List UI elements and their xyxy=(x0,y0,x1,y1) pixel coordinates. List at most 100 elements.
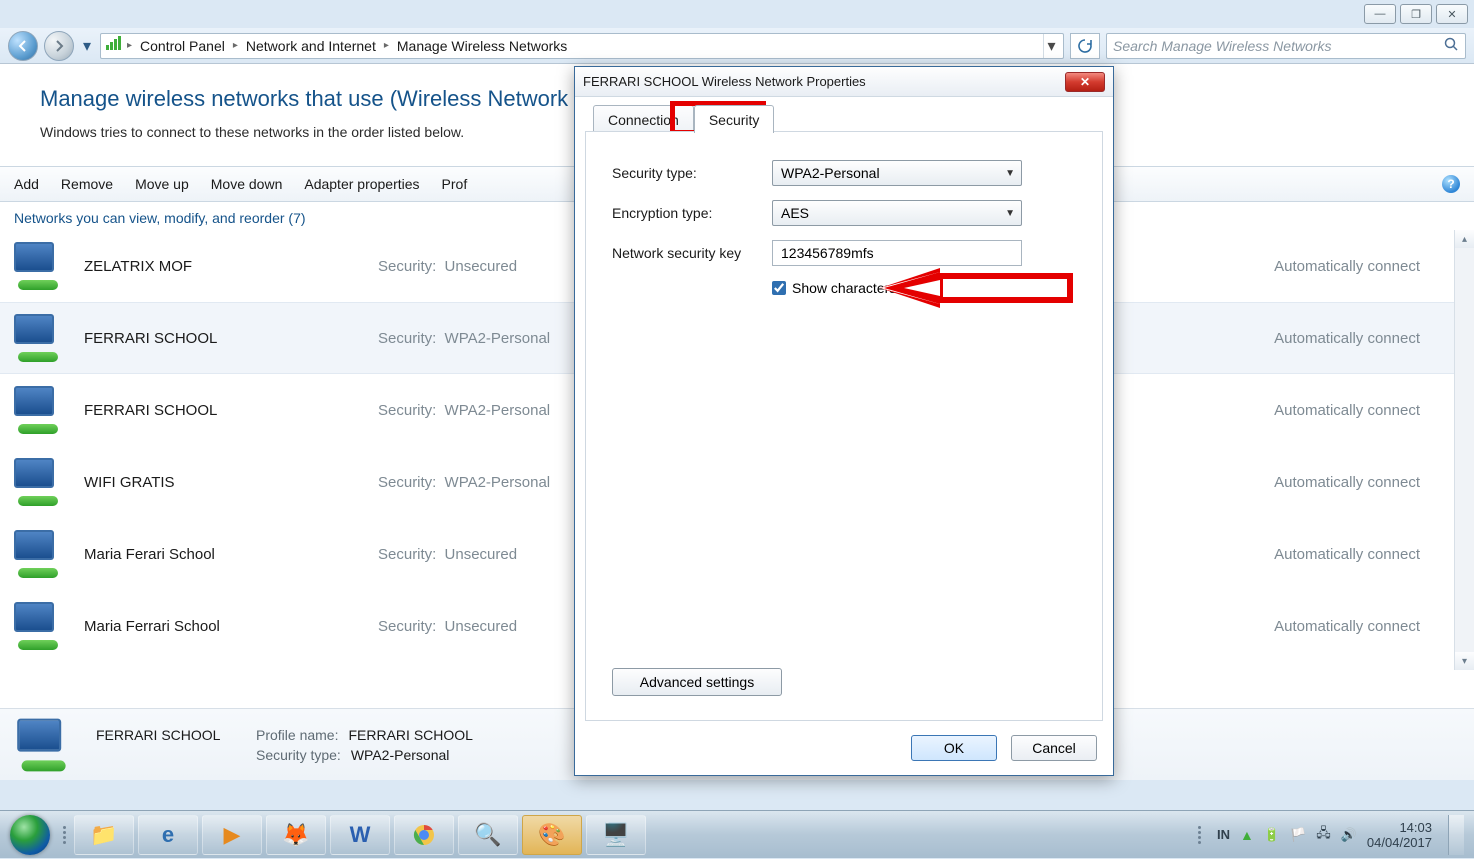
taskbar-chrome[interactable] xyxy=(394,815,454,855)
network-security-label: Security: xyxy=(378,402,436,419)
help-icon[interactable]: ? xyxy=(1442,175,1460,193)
security-type-label: Security type: xyxy=(612,165,772,181)
network-icon xyxy=(14,242,70,290)
tray-time: 14:03 xyxy=(1367,820,1432,835)
network-security-value: WPA2-Personal xyxy=(445,402,551,419)
address-bar[interactable]: ▸ Control Panel ▸ Network and Internet ▸… xyxy=(100,33,1064,59)
address-dropdown-icon[interactable]: ▾ xyxy=(1043,34,1059,58)
security-type-combo[interactable]: WPA2-Personal ▼ xyxy=(772,160,1022,186)
toolbar-move-down[interactable]: Move down xyxy=(211,176,283,192)
window-close-button[interactable]: ✕ xyxy=(1436,4,1468,24)
volume-icon[interactable]: 🔊 xyxy=(1341,827,1357,843)
wifi-bars-icon xyxy=(105,35,123,56)
toolbar-adapter-properties[interactable]: Adapter properties xyxy=(304,176,419,192)
chevron-right-icon: ▸ xyxy=(127,40,132,51)
encryption-type-label: Encryption type: xyxy=(612,205,772,221)
breadcrumb-network-internet[interactable]: Network and Internet xyxy=(242,36,380,56)
toolbar-profile-types[interactable]: Prof xyxy=(442,176,468,192)
list-scrollbar[interactable]: ▴ ▾ xyxy=(1454,230,1474,670)
language-indicator[interactable]: IN xyxy=(1217,827,1230,842)
taskbar-word[interactable]: W xyxy=(330,815,390,855)
properties-dialog: FERRARI SCHOOL Wireless Network Properti… xyxy=(574,66,1114,776)
network-security-value: WPA2-Personal xyxy=(445,330,551,347)
network-icon xyxy=(14,458,70,506)
taskbar-paint[interactable]: 🎨 xyxy=(522,815,582,855)
toolbar-add[interactable]: Add xyxy=(14,176,39,192)
tab-security[interactable]: Security xyxy=(694,105,775,133)
network-auto-connect: Automatically connect xyxy=(1274,546,1460,563)
network-security-value: Unsecured xyxy=(445,258,518,275)
taskbar: 📁 e ▶ 🦊 W 🔍 🎨 🖥️ IN ▲ 🔋 🏳️ 🖧 🔊 14:03 04/… xyxy=(0,810,1474,858)
taskbar-ie[interactable]: e xyxy=(138,815,198,855)
tray-clock[interactable]: 14:03 04/04/2017 xyxy=(1367,820,1432,850)
chevron-right-icon: ▸ xyxy=(233,40,238,51)
taskbar-explorer[interactable]: 📁 xyxy=(74,815,134,855)
network-icon xyxy=(14,602,70,650)
tray-up-icon[interactable]: ▲ xyxy=(1240,827,1254,843)
ok-button[interactable]: OK xyxy=(911,735,997,761)
scroll-down-icon[interactable]: ▾ xyxy=(1455,652,1474,670)
search-input[interactable]: Search Manage Wireless Networks xyxy=(1106,33,1466,59)
history-dropdown-icon[interactable]: ▾ xyxy=(80,36,94,56)
network-security-label: Security: xyxy=(378,618,436,635)
toolbar-remove[interactable]: Remove xyxy=(61,176,113,192)
dialog-title: FERRARI SCHOOL Wireless Network Properti… xyxy=(583,74,866,89)
flag-icon[interactable]: 🏳️ xyxy=(1290,827,1306,843)
back-button[interactable] xyxy=(8,31,38,61)
details-profile-value: FERRARI SCHOOL xyxy=(348,727,472,743)
start-button[interactable] xyxy=(0,811,60,859)
security-type-value: WPA2-Personal xyxy=(781,165,880,181)
chevron-down-icon: ▼ xyxy=(1005,208,1015,219)
network-name: FERRARI SCHOOL xyxy=(84,402,364,419)
network-icon xyxy=(14,314,70,362)
network-icon xyxy=(14,386,70,434)
details-sectype-value: WPA2-Personal xyxy=(351,747,450,763)
details-sectype-label: Security type: xyxy=(256,747,341,763)
breadcrumb-control-panel[interactable]: Control Panel xyxy=(136,36,229,56)
dialog-body: Security type: WPA2-Personal ▼ Encryptio… xyxy=(585,131,1103,721)
search-icon xyxy=(1443,36,1459,55)
taskbar-grip-icon xyxy=(1195,816,1207,854)
network-security-value: Unsecured xyxy=(445,546,518,563)
window-controls: — ❐ ✕ xyxy=(1364,4,1468,24)
network-name: Maria Ferari School xyxy=(84,546,364,563)
security-key-label: Network security key xyxy=(612,245,772,261)
taskbar-wmp[interactable]: ▶ xyxy=(202,815,262,855)
toolbar-move-up[interactable]: Move up xyxy=(135,176,189,192)
taskbar-magnifier[interactable]: 🔍 xyxy=(458,815,518,855)
network-name: ZELATRIX MOF xyxy=(84,258,364,275)
dialog-buttons: OK Cancel xyxy=(911,735,1097,761)
show-characters-checkbox[interactable] xyxy=(772,281,786,295)
tab-connection[interactable]: Connection xyxy=(593,105,694,133)
network-icon xyxy=(14,530,70,578)
advanced-settings-button[interactable]: Advanced settings xyxy=(612,668,782,696)
network-security-label: Security: xyxy=(378,330,436,347)
search-placeholder: Search Manage Wireless Networks xyxy=(1113,38,1332,54)
network-auto-connect: Automatically connect xyxy=(1274,258,1460,275)
details-profile-label: Profile name: xyxy=(256,727,338,743)
taskbar-control-panel[interactable]: 🖥️ xyxy=(586,815,646,855)
minimize-button[interactable]: — xyxy=(1364,4,1396,24)
network-icon xyxy=(17,718,79,771)
forward-button[interactable] xyxy=(44,31,74,61)
network-auto-connect: Automatically connect xyxy=(1274,474,1460,491)
refresh-button[interactable] xyxy=(1070,33,1100,59)
network-security-value: WPA2-Personal xyxy=(445,474,551,491)
navigation-bar: ▾ ▸ Control Panel ▸ Network and Internet… xyxy=(0,28,1474,64)
show-desktop-button[interactable] xyxy=(1448,815,1464,855)
network-tray-icon[interactable]: 🖧 xyxy=(1316,824,1331,846)
network-name: WIFI GRATIS xyxy=(84,474,364,491)
security-key-input[interactable] xyxy=(772,240,1022,266)
network-name: FERRARI SCHOOL xyxy=(84,330,364,347)
network-security-label: Security: xyxy=(378,474,436,491)
encryption-type-combo[interactable]: AES ▼ xyxy=(772,200,1022,226)
scroll-up-icon[interactable]: ▴ xyxy=(1455,230,1474,248)
breadcrumb-manage-wireless[interactable]: Manage Wireless Networks xyxy=(393,36,571,56)
battery-icon[interactable]: 🔋 xyxy=(1264,827,1280,843)
taskbar-firefox[interactable]: 🦊 xyxy=(266,815,326,855)
dialog-close-button[interactable]: ✕ xyxy=(1065,72,1105,92)
cancel-button[interactable]: Cancel xyxy=(1011,735,1097,761)
maximize-button[interactable]: ❐ xyxy=(1400,4,1432,24)
network-security-label: Security: xyxy=(378,546,436,563)
network-auto-connect: Automatically connect xyxy=(1274,402,1460,419)
